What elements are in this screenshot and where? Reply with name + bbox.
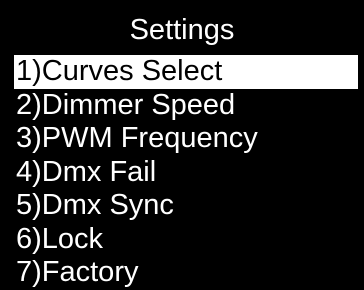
menu-item-dmx-fail[interactable]: 4)Dmx Fail [14,156,358,190]
menu-item-lock[interactable]: 6)Lock [14,223,358,257]
menu-item-dmx-sync[interactable]: 5)Dmx Sync [14,189,358,223]
settings-menu: 1)Curves Select 2)Dimmer Speed 3)PWM Fre… [14,55,358,290]
page-title: Settings [129,14,235,46]
menu-item-factory[interactable]: 7)Factory [14,256,358,290]
menu-item-dimmer-speed[interactable]: 2)Dimmer Speed [14,89,358,123]
menu-item-pwm-frequency[interactable]: 3)PWM Frequency [14,122,358,156]
menu-item-curves-select[interactable]: 1)Curves Select [14,55,358,89]
